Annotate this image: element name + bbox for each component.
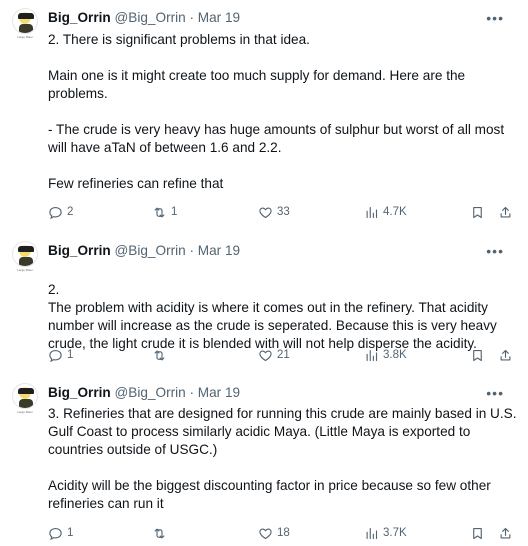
reply-count: 2 [67,206,74,218]
views-icon [366,206,378,218]
tweet-header: Big_Orrin @Big_Orrin · Mar 19 ••• [48,8,518,28]
avatar[interactable] [12,8,38,34]
tweet-paragraph: Main one is it might create too much sup… [48,68,466,101]
display-name[interactable]: Big_Orrin [48,243,111,258]
like-button[interactable]: 21 [258,345,290,365]
timestamp[interactable]: Mar 19 [198,385,240,400]
repost-button[interactable] [152,345,171,365]
share-icon [500,349,511,360]
repost-button[interactable] [152,523,171,543]
tweet-paragraph: 2. There is significant problems in that… [48,32,310,47]
bookmark-icon [473,349,482,361]
tweet-thread: Largo Riser Big_Orrin @Big_Orrin · Mar 1… [0,0,528,546]
views-button[interactable]: 3.8K [364,345,407,365]
reply-button[interactable]: 1 [48,523,73,543]
bookmark-button[interactable] [470,523,485,543]
action-bar: 1 18 3.7K [48,523,518,543]
like-button[interactable]: 33 [258,202,290,222]
views-count: 3.8K [383,349,407,361]
separator: · [189,243,195,258]
tweet-paragraph: Few refineries can refine that [48,176,224,191]
reply-count: 1 [67,527,74,539]
more-icon[interactable]: ••• [486,383,504,403]
share-button[interactable] [498,202,513,222]
reply-icon [49,349,62,362]
tweet-paragraph: Acidity will be the biggest discounting … [48,478,491,511]
reply-button[interactable]: 2 [48,202,73,222]
avatar-caption: Largo Riser [17,268,33,272]
separator: · [189,10,195,25]
views-icon [366,349,378,361]
repost-button[interactable]: 1 [152,202,177,222]
like-count: 18 [277,527,290,539]
views-button[interactable]: 3.7K [364,523,407,543]
avatar-caption: Largo Riser [17,410,33,414]
repost-icon [154,350,165,360]
avatar-caption: Largo Riser [17,35,33,39]
avatar[interactable] [12,241,38,267]
handle[interactable]: @Big_Orrin [114,385,185,400]
timestamp[interactable]: Mar 19 [198,243,240,258]
avatar[interactable] [12,383,38,409]
repost-icon [154,528,165,538]
views-count: 3.7K [383,527,407,539]
tweet-paragraph: 3. Refineries that are designed for runn… [48,406,517,457]
tweet-text: 2. There is significant problems in that… [48,31,518,193]
views-icon [366,527,378,539]
display-name[interactable]: Big_Orrin [48,385,111,400]
more-icon[interactable]: ••• [486,241,504,261]
like-button[interactable]: 18 [258,523,290,543]
bookmark-button[interactable] [470,345,485,365]
action-bar: 2 1 33 4.7K [48,202,518,222]
reply-icon [49,527,62,540]
timestamp[interactable]: Mar 19 [198,10,240,25]
reply-count: 1 [67,349,74,361]
share-icon [500,206,511,217]
reply-icon [49,206,62,219]
separator: · [189,385,195,400]
display-name[interactable]: Big_Orrin [48,10,111,25]
tweet-paragraph: - The crude is very heavy has huge amoun… [48,122,505,155]
tweet-text: 3. Refineries that are designed for runn… [48,405,518,513]
tweet-paragraph: 2. The problem with acidity is where it … [48,282,497,351]
handle[interactable]: @Big_Orrin [114,10,185,25]
reply-button[interactable]: 1 [48,345,73,365]
share-button[interactable] [498,523,513,543]
more-icon[interactable]: ••• [486,8,504,28]
views-count: 4.7K [383,206,407,218]
bookmark-icon [473,206,482,218]
repost-icon [154,207,165,217]
share-button[interactable] [498,345,513,365]
tweet-header: Big_Orrin @Big_Orrin · Mar 19 ••• [48,241,518,261]
heart-icon [259,206,272,218]
handle[interactable]: @Big_Orrin [114,243,185,258]
bookmark-icon [473,527,482,539]
action-bar: 1 21 3.8K [48,345,518,365]
views-button[interactable]: 4.7K [364,202,407,222]
like-count: 21 [277,349,290,361]
bookmark-button[interactable] [470,202,485,222]
like-count: 33 [277,206,290,218]
heart-icon [259,349,272,361]
tweet-header: Big_Orrin @Big_Orrin · Mar 19 ••• [48,383,518,403]
share-icon [500,527,511,538]
heart-icon [259,527,272,539]
repost-count: 1 [171,206,178,218]
